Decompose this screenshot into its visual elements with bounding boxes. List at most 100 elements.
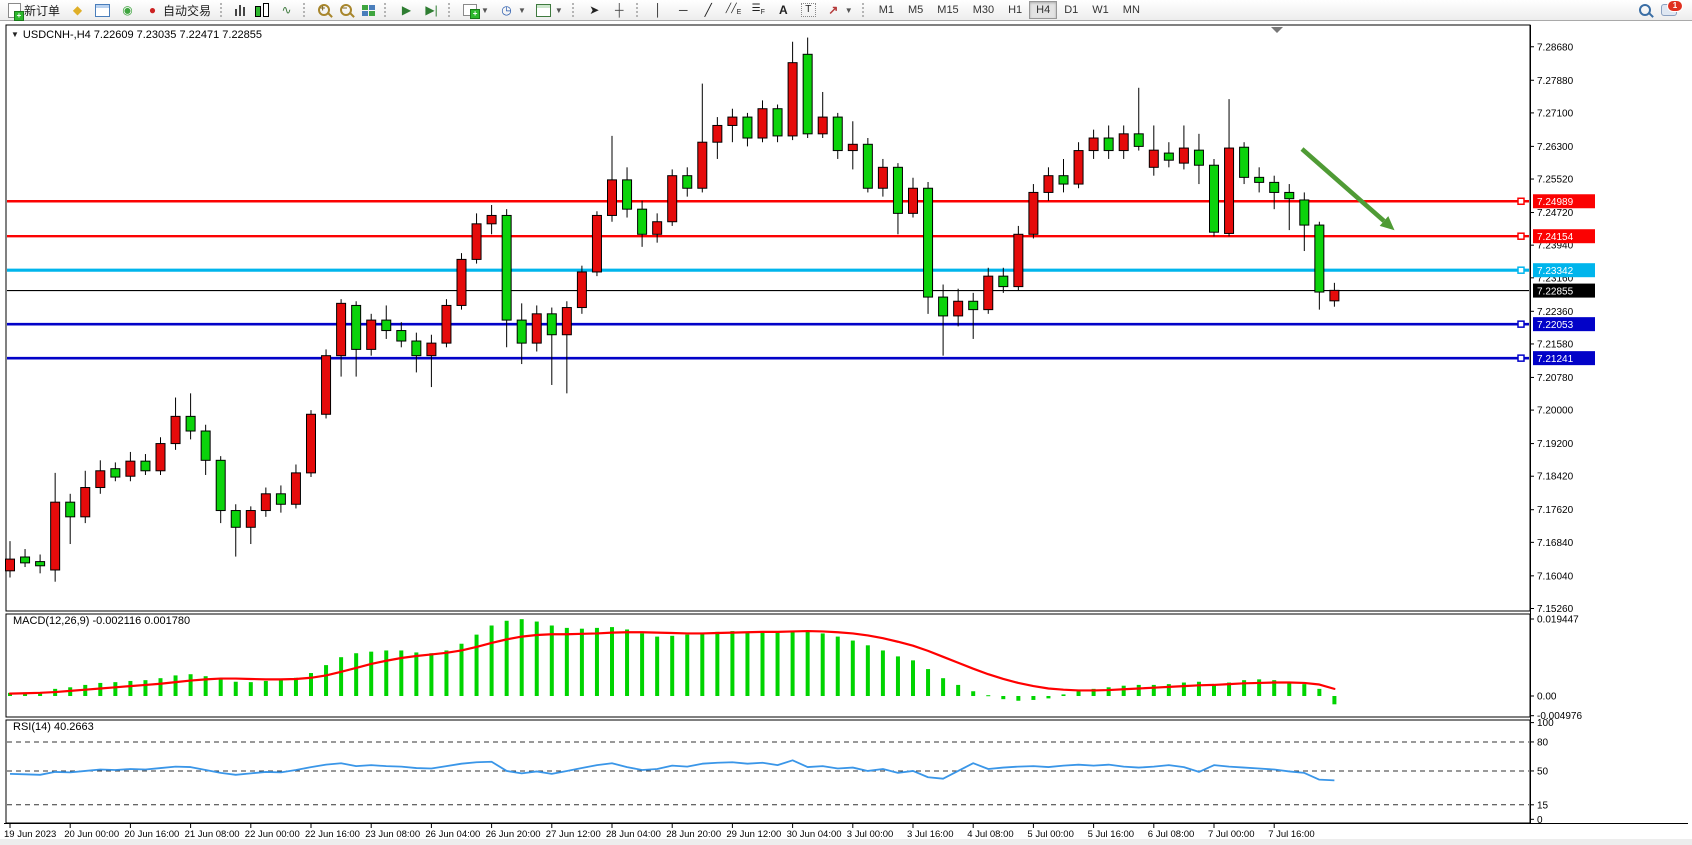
new-order-icon: +: [8, 3, 21, 18]
toolbar-grip: [384, 3, 390, 17]
autotrade-label: 自动交易: [163, 2, 211, 19]
chat-bubble-icon: 1: [1661, 4, 1677, 16]
signals-icon: ◉: [120, 3, 135, 18]
new-order-button[interactable]: + 新订单: [3, 0, 65, 20]
bar-chart-button[interactable]: [230, 0, 250, 20]
cursor-button[interactable]: ➤: [582, 0, 607, 20]
trendline-button[interactable]: ╱: [696, 0, 721, 20]
svg-text:4 Jul 08:00: 4 Jul 08:00: [967, 829, 1013, 840]
timeframe-W1[interactable]: W1: [1085, 1, 1116, 19]
fibonacci-icon: ☰F: [751, 1, 766, 20]
toolbar-group-scroll: ▶ ▶|: [393, 0, 445, 20]
search-icon: [1639, 4, 1651, 16]
svg-text:7.27100: 7.27100: [1537, 108, 1574, 119]
notifications-button[interactable]: 1: [1656, 0, 1682, 20]
price-axis[interactable]: 7.286807.278807.271007.263007.255207.247…: [1530, 25, 1582, 826]
svg-text:7.24720: 7.24720: [1537, 208, 1574, 219]
toolbar-group-objects: +▼ ◷▼ ▼: [457, 0, 569, 20]
autotrade-icon: ●: [145, 3, 160, 18]
trendline-icon: ╱: [701, 3, 716, 18]
arrows-button[interactable]: ↗▼: [821, 0, 858, 20]
tile-windows-icon: [362, 5, 375, 16]
new-chart-button[interactable]: [90, 0, 115, 20]
chart-shift-button[interactable]: ▶|: [419, 0, 444, 20]
periods-button[interactable]: ◷▼: [494, 0, 531, 20]
svg-text:7.24154: 7.24154: [1537, 232, 1574, 243]
svg-text:7.21580: 7.21580: [1537, 339, 1574, 350]
svg-text:7.20780: 7.20780: [1537, 373, 1574, 384]
svg-text:7.16840: 7.16840: [1537, 538, 1574, 549]
svg-text:7.25520: 7.25520: [1537, 175, 1574, 186]
toolbar-grip: [862, 3, 868, 17]
timeframe-M1[interactable]: M1: [872, 1, 901, 19]
timeframe-M5[interactable]: M5: [901, 1, 930, 19]
text-tool-button[interactable]: A: [771, 0, 796, 20]
candlestick-chart-button[interactable]: [250, 0, 274, 20]
channel-button[interactable]: ╱╱E: [721, 0, 746, 20]
vertical-line-icon: │: [651, 3, 666, 18]
fibonacci-button[interactable]: ☰F: [746, 0, 771, 20]
crosshair-button[interactable]: ┼: [607, 0, 632, 20]
indicators-icon: +: [463, 4, 477, 16]
svg-text:0.00: 0.00: [1537, 692, 1557, 703]
timeframe-MN[interactable]: MN: [1116, 1, 1147, 19]
autotrade-button[interactable]: ● 自动交易: [140, 0, 216, 20]
zoom-out-button[interactable]: −: [335, 0, 357, 20]
template-icon: [536, 4, 551, 17]
timeframe-M30[interactable]: M30: [966, 1, 1001, 19]
tile-windows-button[interactable]: [357, 0, 380, 20]
svg-text:7.20000: 7.20000: [1537, 406, 1574, 417]
chart-shift-icon: ▶|: [424, 3, 439, 18]
svg-text:19 Jun 2023: 19 Jun 2023: [4, 829, 56, 840]
search-button[interactable]: [1634, 0, 1656, 20]
timeframe-H4[interactable]: H4: [1029, 1, 1057, 19]
auto-scroll-button[interactable]: ▶: [394, 0, 419, 20]
vertical-line-button[interactable]: │: [646, 0, 671, 20]
svg-text:7.17620: 7.17620: [1537, 505, 1574, 516]
templates-button[interactable]: ▼: [531, 0, 568, 20]
timeframe-M15[interactable]: M15: [930, 1, 965, 19]
svg-text:7.19200: 7.19200: [1537, 439, 1574, 450]
toolbar-group-trade: + 新订单 ◆ ◉ ● 自动交易: [2, 0, 217, 20]
text-label-button[interactable]: T: [796, 0, 821, 20]
metaeditor-icon: ◆: [70, 3, 85, 18]
svg-text:7.28680: 7.28680: [1537, 42, 1574, 53]
time-axis[interactable]: 19 Jun 202320 Jun 00:0020 Jun 16:0021 Ju…: [4, 823, 1688, 840]
notification-badge: 1: [1667, 0, 1683, 12]
timeframe-D1[interactable]: D1: [1057, 1, 1085, 19]
collapse-triangle-icon[interactable]: ▼: [11, 30, 19, 39]
arrow-objects-icon: ↗: [826, 3, 841, 18]
svg-text:6 Jul 08:00: 6 Jul 08:00: [1148, 829, 1194, 840]
svg-text:7.18420: 7.18420: [1537, 472, 1574, 483]
svg-text:7 Jul 00:00: 7 Jul 00:00: [1208, 829, 1254, 840]
svg-text:15: 15: [1537, 800, 1549, 811]
svg-text:50: 50: [1537, 766, 1549, 777]
quote-text: USDCNH-,H4 7.22609 7.23035 7.22471 7.228…: [23, 29, 262, 41]
toolbar-grip: [303, 3, 309, 17]
svg-text:7.15260: 7.15260: [1537, 604, 1574, 615]
metaeditor-button[interactable]: ◆: [65, 0, 90, 20]
toolbar-grip: [220, 3, 226, 17]
indicators-button[interactable]: +▼: [458, 0, 494, 20]
auto-scroll-icon: ▶: [399, 3, 414, 18]
horizontal-line-button[interactable]: ─: [671, 0, 696, 20]
line-chart-button[interactable]: ∿: [274, 0, 299, 20]
chart-canvas[interactable]: 7.286807.278807.271007.263007.255207.247…: [0, 0, 1692, 845]
toolbar-group-chart-type: ∿: [229, 0, 300, 20]
toolbar-grip: [636, 3, 642, 17]
timeframe-H1[interactable]: H1: [1001, 1, 1029, 19]
rsi-indicator-label: RSI(14) 40.2663: [13, 721, 94, 733]
zoom-out-icon: −: [340, 4, 352, 16]
svg-text:21 Jun 08:00: 21 Jun 08:00: [185, 829, 240, 840]
toolbar-group-zoom: + −: [312, 0, 381, 20]
chart-panels: [6, 25, 1530, 823]
text-label-icon: T: [801, 3, 816, 17]
zoom-in-button[interactable]: +: [313, 0, 335, 20]
signals-button[interactable]: ◉: [115, 0, 140, 20]
svg-text:26 Jun 04:00: 26 Jun 04:00: [425, 829, 480, 840]
bar-chart-icon: [235, 4, 245, 16]
svg-text:7.22053: 7.22053: [1537, 320, 1574, 331]
svg-text:7 Jul 16:00: 7 Jul 16:00: [1268, 829, 1314, 840]
main-toolbar: + 新订单 ◆ ◉ ● 自动交易 ∿ + −: [0, 0, 1692, 21]
svg-text:26 Jun 20:00: 26 Jun 20:00: [486, 829, 541, 840]
